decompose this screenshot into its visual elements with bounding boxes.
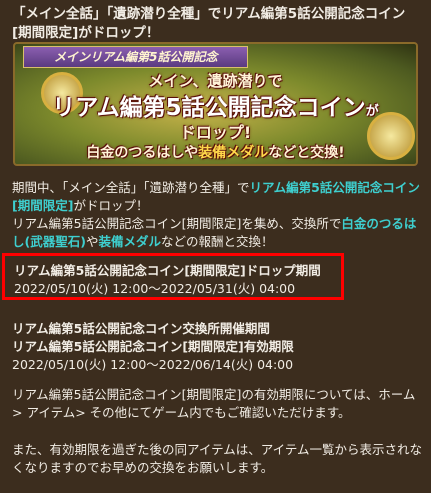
expiry-heading: リアム編第5話公開記念コイン[期間限定]有効期限 — [12, 339, 294, 354]
banner-line-3: ドロップ! — [179, 123, 252, 142]
banner-text: 白金のつるはしや — [86, 145, 199, 161]
medal-link[interactable]: 装備メダル — [98, 234, 161, 249]
banner-text: などと交換! — [268, 145, 345, 161]
text: や — [85, 234, 99, 249]
note-exchange: また、有効期限を過ぎた後の同アイテムは、アイテム一覧から表示されなくなりますので… — [12, 442, 423, 475]
banner-line-1: メイン、遺跡潜りで — [148, 72, 283, 90]
note-expiry: リアム編第5話公開記念コイン[期間限定]の有効期限については、ホーム> アイテム… — [12, 387, 416, 420]
drop-period-dates: 2022/05/10(火) 12:00～2022/05/31(火) 04:00 — [14, 281, 296, 296]
intro-text: 期間中、「メイン全話」「遺跡潜り全種」でリアム編第5話公開記念コイン[期間限定]… — [12, 179, 424, 251]
banner-ribbon: メインリアム編第5話公開記念 — [23, 46, 248, 68]
banner-coin-name: リアム編第5話公開記念コイン — [52, 95, 366, 121]
text: リアム編第5話公開記念コイン[期間限定]を集め、交換所で — [12, 216, 342, 231]
text: などの報酬と交換！ — [160, 234, 274, 249]
banner-suffix: が — [365, 104, 379, 119]
banner-medal-text: 装備メダル — [198, 145, 269, 161]
event-banner: メインリアム編第5話公開記念 メイン、遺跡潜りで リアム編第5話公開記念コインが… — [13, 42, 418, 166]
drop-period-heading: リアム編第5話公開記念コイン[期間限定]ドロップ期間 — [14, 263, 321, 278]
exchange-heading: リアム編第5話公開記念コイン交換所開催期間 — [12, 321, 270, 336]
news-title: 「メイン全話」「遺跡潜り全種」でリアム編第5話公開記念コイン[期間限定]がドロッ… — [12, 6, 406, 41]
text: 期間中、「メイン全話」「遺跡潜り全種」で — [12, 180, 250, 195]
exchange-period: リアム編第5話公開記念コイン交換所開催期間 リアム編第5話公開記念コイン[期間限… — [12, 320, 424, 374]
banner-line-2: リアム編第5話公開記念コインが — [15, 93, 416, 127]
drop-period-highlight: リアム編第5話公開記念コイン[期間限定]ドロップ期間 2022/05/10(火)… — [2, 253, 344, 300]
text: がドロップ！ — [73, 198, 149, 213]
banner-line-4: 白金のつるはしや装備メダルなどと交換! — [15, 144, 416, 162]
exchange-dates: 2022/05/10(火) 12:00～2022/06/14(火) 04:00 — [12, 357, 294, 372]
